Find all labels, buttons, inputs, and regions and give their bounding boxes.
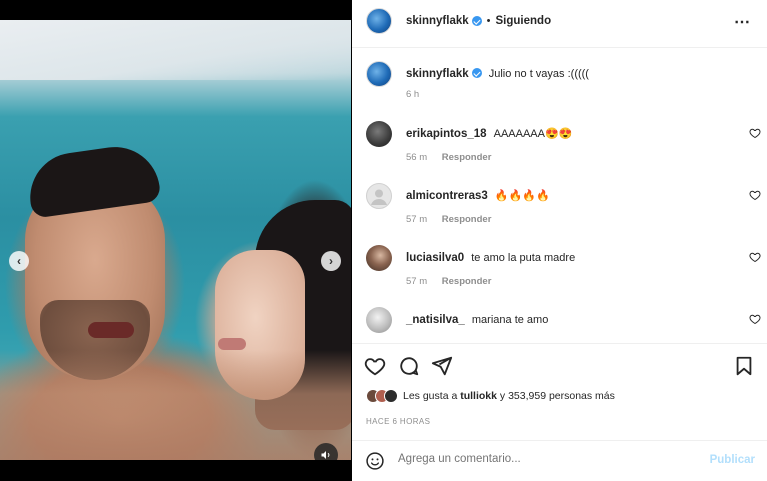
woman-lips (218, 338, 246, 350)
speaker-icon (321, 451, 330, 459)
comment-username[interactable]: luciasilva0 (406, 252, 464, 264)
post-header: skinnyflakk • Siguiendo ⋯ (352, 0, 767, 48)
carousel-next-button[interactable]: › (321, 251, 341, 271)
reply-button[interactable]: Responder (442, 152, 492, 163)
post-timestamp: HACE 6 HORAS (366, 417, 431, 426)
comment-item: erikapintos_18 AAAAAAA😍😍 56 m Responder (366, 121, 761, 171)
sky-area (0, 20, 351, 80)
audio-toggle-button[interactable] (314, 443, 338, 460)
comments-list[interactable]: skinnyflakk Julio no t vayas :((((( 6 h … (352, 49, 767, 343)
likes-summary[interactable]: Les gusta a tulliokk y 353,959 personas … (366, 389, 615, 403)
verified-badge-icon (471, 16, 482, 26)
comment-body: almicontreras3 🔥🔥🔥🔥 (406, 189, 746, 203)
like-heart-icon[interactable] (364, 355, 386, 377)
comment-bubble-icon[interactable] (398, 355, 420, 377)
author-info: skinnyflakk • Siguiendo (406, 15, 551, 27)
comment-meta: 56 m Responder (406, 152, 491, 163)
comment-age: 56 m (406, 152, 428, 163)
verified-badge-icon (471, 68, 482, 78)
comment-text: te amo la puta madre (471, 252, 576, 264)
comment-body: erikapintos_18 AAAAAAA😍😍 (406, 127, 746, 141)
share-paper-plane-icon[interactable] (431, 355, 453, 377)
likes-text: Les gusta a tulliokk y 353,959 personas … (403, 390, 615, 402)
emoji-smiley-icon[interactable] (365, 451, 385, 471)
comment-age: 57 m (406, 214, 428, 225)
commenter-avatar[interactable] (366, 307, 392, 333)
author-username[interactable]: skinnyflakk (406, 15, 469, 27)
post-details-panel: skinnyflakk • Siguiendo ⋯ skinnyflakk Ju… (352, 0, 767, 481)
water-foreground (0, 350, 351, 460)
chevron-left-icon: ‹ (17, 254, 21, 268)
comment-item: almicontreras3 🔥🔥🔥🔥 57 m Responder (366, 183, 761, 233)
comment-text: 🔥🔥🔥🔥 (494, 190, 550, 202)
comment-body: _natisilva_ mariana te amo (406, 313, 746, 327)
comment-age: 57 m (406, 276, 428, 287)
reply-button[interactable]: Responder (442, 214, 492, 225)
save-bookmark-icon[interactable] (733, 355, 755, 377)
like-comment-heart-icon[interactable] (749, 127, 761, 139)
comment-username[interactable]: almicontreras3 (406, 190, 488, 202)
more-options-icon[interactable]: ⋯ (734, 12, 751, 32)
post-actions: Les gusta a tulliokk y 353,959 personas … (352, 343, 767, 481)
chevron-right-icon: › (329, 254, 333, 268)
separator-dot: • (486, 15, 491, 27)
post-media[interactable]: ‹ › (0, 20, 351, 460)
man-mouth (88, 322, 134, 338)
likes-prefix: Les gusta a (403, 390, 458, 402)
caption-avatar[interactable] (366, 61, 392, 87)
commenter-avatar[interactable] (366, 245, 392, 271)
like-comment-heart-icon[interactable] (749, 251, 761, 263)
comment-item: luciasilva0 te amo la puta madre 57 m Re… (366, 245, 761, 295)
comment-username[interactable]: erikapintos_18 (406, 128, 487, 140)
comment-username[interactable]: _natisilva_ (406, 314, 465, 326)
reply-button[interactable]: Responder (442, 276, 492, 287)
default-user-icon (371, 189, 387, 205)
carousel-prev-button[interactable]: ‹ (9, 251, 29, 271)
comment-text: AAAAAAA😍😍 (493, 128, 573, 140)
caption-age: 6 h (406, 89, 420, 100)
like-comment-heart-icon[interactable] (749, 313, 761, 325)
comment-input[interactable] (398, 453, 688, 465)
comment-item: _natisilva_ mariana te amo (366, 307, 761, 343)
comment-body: luciasilva0 te amo la puta madre (406, 251, 746, 265)
comment-meta: 57 m Responder (406, 276, 491, 287)
like-comment-heart-icon[interactable] (749, 189, 761, 201)
comment-text: mariana te amo (471, 314, 549, 326)
author-avatar[interactable] (366, 8, 392, 34)
likes-user[interactable]: tulliokk (460, 390, 497, 402)
likes-suffix[interactable]: y 353,959 personas más (500, 390, 615, 402)
add-comment-bar: Publicar (352, 440, 767, 481)
comment-meta: 57 m Responder (406, 214, 491, 225)
caption-username[interactable]: skinnyflakk (406, 68, 469, 80)
liker-avatar (384, 389, 398, 403)
publish-button[interactable]: Publicar (710, 454, 755, 466)
following-button[interactable]: Siguiendo (496, 15, 552, 27)
commenter-avatar[interactable] (366, 183, 392, 209)
commenter-avatar[interactable] (366, 121, 392, 147)
caption-text: Julio no t vayas :((((( (488, 68, 589, 80)
caption-body: skinnyflakk Julio no t vayas :((((( (406, 67, 746, 81)
